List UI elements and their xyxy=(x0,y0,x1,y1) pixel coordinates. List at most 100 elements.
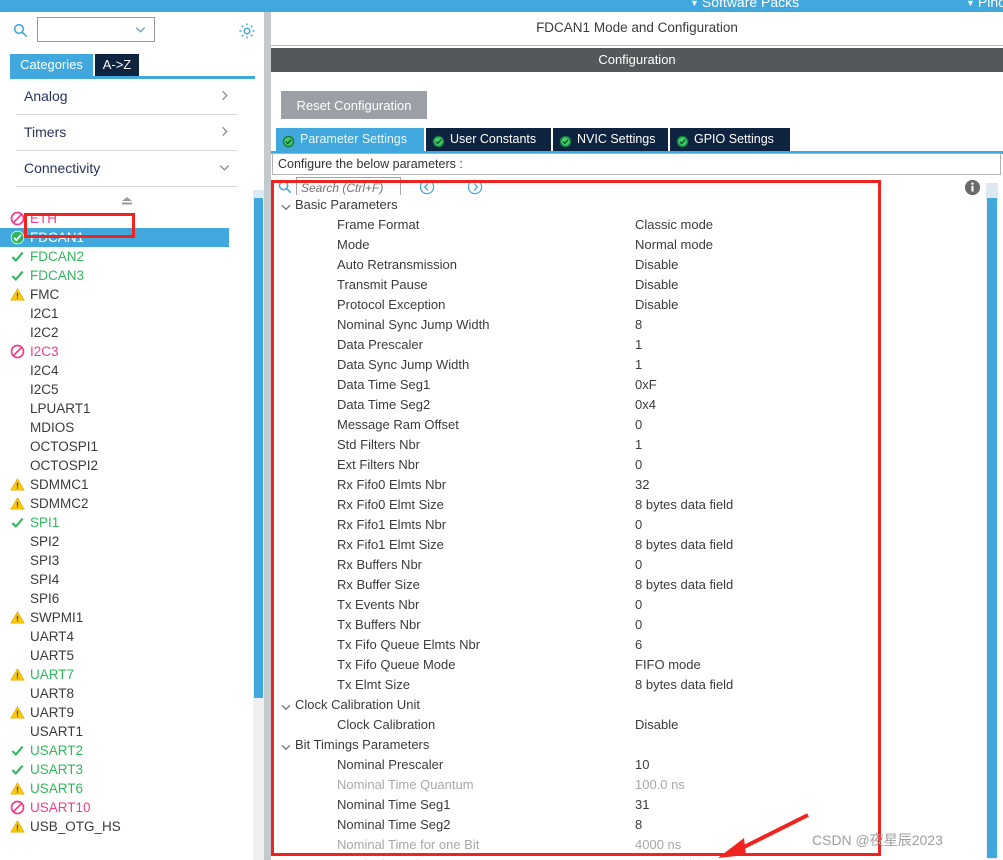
param-row[interactable]: Rx Fifo0 Elmt Size 8 bytes data field xyxy=(272,495,986,515)
param-row[interactable]: Ext Filters Nbr 0 xyxy=(272,455,986,475)
info-icon[interactable] xyxy=(964,179,981,196)
tab-gpio-settings[interactable]: GPIO Settings xyxy=(670,128,790,151)
param-value[interactable]: 1 xyxy=(635,355,642,375)
sidebar-item-fmc[interactable]: FMC xyxy=(0,285,253,304)
param-row[interactable]: Data Time Seg2 0x4 xyxy=(272,395,986,415)
chevron-down-icon[interactable] xyxy=(280,699,292,711)
param-value[interactable]: 8 xyxy=(635,815,642,835)
sidebar-item-uart8[interactable]: UART8 xyxy=(0,684,253,703)
sidebar-item-fdcan1[interactable]: FDCAN1 xyxy=(0,228,229,247)
sidebar-item-eth[interactable]: ETH xyxy=(0,209,253,228)
sidebar-item-uart4[interactable]: UART4 xyxy=(0,627,253,646)
param-value[interactable]: 0 xyxy=(635,415,642,435)
parameter-scrollbar-thumb[interactable] xyxy=(987,198,997,858)
param-row[interactable]: Tx Buffers Nbr 0 xyxy=(272,615,986,635)
sidebar-item-uart5[interactable]: UART5 xyxy=(0,646,253,665)
param-row[interactable]: Nominal Time Quantum 100.0 ns xyxy=(272,775,986,795)
chevron-down-icon[interactable] xyxy=(280,739,292,751)
sidebar-item-sdmmc2[interactable]: SDMMC2 xyxy=(0,494,253,513)
param-row[interactable]: Std Filters Nbr 1 xyxy=(272,435,986,455)
param-row[interactable]: Tx Events Nbr 0 xyxy=(272,595,986,615)
param-value[interactable]: 1 xyxy=(635,335,642,355)
sidebar-item-i2c5[interactable]: I2C5 xyxy=(0,380,253,399)
param-row[interactable]: Data Sync Jump Width 1 xyxy=(272,355,986,375)
sidebar-item-usb_otg_hs[interactable]: USB_OTG_HS xyxy=(0,817,253,836)
category-row-connectivity[interactable]: Connectivity xyxy=(16,151,237,187)
sidebar-item-fdcan3[interactable]: FDCAN3 xyxy=(0,266,253,285)
sidebar-item-spi6[interactable]: SPI6 xyxy=(0,589,253,608)
param-value[interactable]: 0 xyxy=(635,555,642,575)
sidebar-item-usart2[interactable]: USART2 xyxy=(0,741,253,760)
param-value[interactable]: Disable xyxy=(635,715,678,735)
sidebar-item-uart7[interactable]: UART7 xyxy=(0,665,253,684)
sidebar-item-spi2[interactable]: SPI2 xyxy=(0,532,253,551)
sidebar-item-usart1[interactable]: USART1 xyxy=(0,722,253,741)
param-value[interactable]: 0 xyxy=(635,615,642,635)
category-row-analog[interactable]: Analog xyxy=(16,79,237,115)
sidebar-item-octospi2[interactable]: OCTOSPI2 xyxy=(0,456,253,475)
param-row[interactable]: Data Prescaler 1 xyxy=(272,335,986,355)
category-row-timers[interactable]: Timers xyxy=(16,115,237,151)
param-value[interactable]: 8 bytes data field xyxy=(635,675,733,695)
param-value[interactable]: 6 xyxy=(635,635,642,655)
sidebar-item-i2c3[interactable]: I2C3 xyxy=(0,342,253,361)
gear-icon[interactable] xyxy=(238,22,256,40)
param-value[interactable]: 8 bytes data field xyxy=(635,575,733,595)
param-row[interactable]: Auto Retransmission Disable xyxy=(272,255,986,275)
param-value[interactable]: 0 xyxy=(635,515,642,535)
param-value[interactable]: Disable xyxy=(635,275,678,295)
param-group-row[interactable]: Bit Timings Parameters xyxy=(272,735,986,755)
param-row[interactable]: Nominal Sync Jump Width 8 xyxy=(272,315,986,335)
reset-configuration-button[interactable]: Reset Configuration xyxy=(281,91,427,119)
param-value[interactable]: 10 xyxy=(635,755,649,775)
param-value[interactable]: 8 bytes data field xyxy=(635,495,733,515)
param-row[interactable]: Frame Format Classic mode xyxy=(272,215,986,235)
param-row[interactable]: Rx Buffer Size 8 bytes data field xyxy=(272,575,986,595)
sidebar-item-spi4[interactable]: SPI4 xyxy=(0,570,253,589)
sidebar-item-fdcan2[interactable]: FDCAN2 xyxy=(0,247,253,266)
param-value[interactable]: 0 xyxy=(635,455,642,475)
menu-item-pinout[interactable]: ▼ Pino xyxy=(966,0,1003,10)
menu-item-software-packs[interactable]: ▼ Software Packs xyxy=(690,0,799,10)
sidebar-item-octospi1[interactable]: OCTOSPI1 xyxy=(0,437,253,456)
sidebar-scrollbar-thumb[interactable] xyxy=(254,198,263,698)
panel-divider[interactable] xyxy=(264,12,271,860)
tab-nvic-settings[interactable]: NVIC Settings xyxy=(553,128,668,151)
param-value[interactable]: Disable xyxy=(635,255,678,275)
param-value[interactable]: 0 xyxy=(635,595,642,615)
tab-categories[interactable]: Categories xyxy=(10,54,93,76)
sidebar-item-swpmi1[interactable]: SWPMI1 xyxy=(0,608,253,627)
panel-collapse-handle[interactable] xyxy=(0,195,253,209)
param-row[interactable]: Tx Elmt Size 8 bytes data field xyxy=(272,675,986,695)
param-group-row[interactable]: Clock Calibration Unit xyxy=(272,695,986,715)
param-row[interactable]: Clock Calibration Disable xyxy=(272,715,986,735)
sidebar-item-i2c1[interactable]: I2C1 xyxy=(0,304,253,323)
param-row[interactable]: Nominal Baud Rate 250000 bit/s xyxy=(272,855,986,860)
param-group-row[interactable]: Basic Parameters xyxy=(272,195,986,215)
param-row[interactable]: Rx Fifo1 Elmts Nbr 0 xyxy=(272,515,986,535)
expand-all-icon[interactable] xyxy=(467,179,483,195)
search-combo-input[interactable] xyxy=(37,17,155,42)
param-row[interactable]: Protocol Exception Disable xyxy=(272,295,986,315)
sidebar-item-usart10[interactable]: USART10 xyxy=(0,798,253,817)
sidebar-item-usart3[interactable]: USART3 xyxy=(0,760,253,779)
tab-a-to-z[interactable]: A->Z xyxy=(95,54,139,76)
tab-parameter-settings[interactable]: Parameter Settings xyxy=(276,128,424,151)
param-value[interactable]: Classic mode xyxy=(635,215,713,235)
param-value[interactable]: 8 xyxy=(635,315,642,335)
param-value[interactable]: 0xF xyxy=(635,375,657,395)
sidebar-item-uart9[interactable]: UART9 xyxy=(0,703,253,722)
sidebar-item-sdmmc1[interactable]: SDMMC1 xyxy=(0,475,253,494)
sidebar-item-i2c2[interactable]: I2C2 xyxy=(0,323,253,342)
param-value[interactable]: 0x4 xyxy=(635,395,656,415)
collapse-all-icon[interactable] xyxy=(419,179,435,195)
param-row[interactable]: Tx Fifo Queue Mode FIFO mode xyxy=(272,655,986,675)
sidebar-item-usart6[interactable]: USART6 xyxy=(0,779,253,798)
param-row[interactable]: Message Ram Offset 0 xyxy=(272,415,986,435)
tab-user-constants[interactable]: User Constants xyxy=(426,128,551,151)
param-value[interactable]: Disable xyxy=(635,295,678,315)
sidebar-item-mdios[interactable]: MDIOS xyxy=(0,418,253,437)
param-row[interactable]: Nominal Time Seg1 31 xyxy=(272,795,986,815)
sidebar-item-lpuart1[interactable]: LPUART1 xyxy=(0,399,253,418)
chevron-down-icon[interactable] xyxy=(280,199,292,211)
